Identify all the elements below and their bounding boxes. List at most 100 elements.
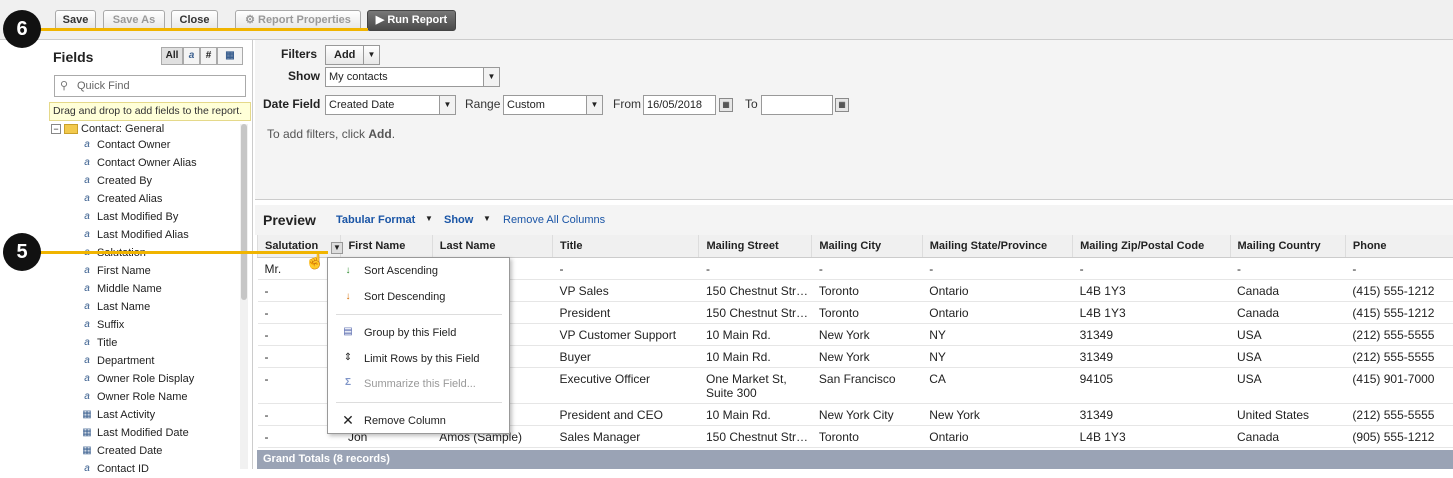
callout-6-line bbox=[38, 28, 368, 31]
field-item[interactable]: aMiddle Name bbox=[97, 280, 162, 298]
quick-find-placeholder: Quick Find bbox=[77, 80, 130, 92]
field-item[interactable]: aFirst Name bbox=[97, 262, 151, 280]
quick-find-input[interactable]: ⚲ Quick Find bbox=[54, 75, 246, 97]
field-item[interactable]: aLast Modified Alias bbox=[97, 226, 189, 244]
chevron-down-icon[interactable]: ▼ bbox=[483, 214, 491, 223]
fields-panel: Fields All a # ▦ ⚲ Quick Find Drag and d… bbox=[47, 40, 253, 469]
hand-cursor-icon: ☝ bbox=[305, 251, 325, 271]
chevron-down-icon[interactable]: ▼ bbox=[425, 214, 433, 223]
field-item[interactable]: aLast Modified By bbox=[97, 208, 178, 226]
table-cell: Buyer bbox=[553, 345, 699, 367]
column-header[interactable]: First Name bbox=[341, 235, 432, 257]
column-header[interactable]: Mailing Street bbox=[699, 235, 812, 257]
chevron-down-icon: ▼ bbox=[363, 46, 379, 64]
column-header[interactable]: Mailing City bbox=[812, 235, 922, 257]
remove-all-columns-link[interactable]: Remove All Columns bbox=[503, 214, 605, 226]
drag-hint: Drag and drop to add fields to the repor… bbox=[49, 102, 251, 121]
table-cell: 150 Chestnut Str… bbox=[699, 279, 812, 301]
filter-hint-suffix: . bbox=[392, 127, 395, 141]
fields-scrollbar-thumb[interactable] bbox=[241, 124, 247, 300]
table-cell: San Francisco bbox=[812, 367, 922, 403]
field-item-label: Department bbox=[97, 355, 154, 367]
table-cell: New York bbox=[812, 345, 922, 367]
from-calendar-icon[interactable]: ▦ bbox=[719, 98, 733, 112]
field-item[interactable]: aTitle bbox=[97, 334, 117, 352]
column-header[interactable]: Last Name bbox=[432, 235, 552, 257]
table-cell: Toronto bbox=[812, 425, 922, 447]
field-item-label: Last Modified By bbox=[97, 211, 178, 223]
folder-icon bbox=[64, 124, 78, 134]
run-report-button[interactable]: ▶ Run Report bbox=[367, 10, 456, 31]
fields-title: Fields bbox=[53, 49, 93, 65]
table-cell: L4B 1Y3 bbox=[1073, 301, 1230, 323]
table-cell: NY bbox=[922, 345, 1072, 367]
text-field-icon: a bbox=[82, 319, 92, 330]
table-cell: Canada bbox=[1230, 279, 1345, 301]
from-date-input[interactable]: 16/05/2018 bbox=[643, 95, 716, 115]
field-item-label: Contact ID bbox=[97, 463, 149, 475]
column-context-menu: ↓ Sort Ascending ↓ Sort Descending ▤ Gro… bbox=[327, 257, 510, 434]
field-item[interactable]: aOwner Role Display bbox=[97, 370, 194, 388]
text-field-icon: a bbox=[82, 391, 92, 402]
field-item[interactable]: aCreated By bbox=[97, 172, 152, 190]
field-item[interactable]: aSuffix bbox=[97, 316, 124, 334]
show-select[interactable]: My contacts▼ bbox=[325, 67, 500, 87]
field-item[interactable]: aContact ID bbox=[97, 460, 149, 478]
table-cell: Toronto bbox=[812, 279, 922, 301]
table-cell: New York bbox=[922, 403, 1072, 425]
field-item[interactable]: aLast Name bbox=[97, 298, 150, 316]
table-cell: - bbox=[922, 257, 1072, 279]
chevron-down-icon: ▼ bbox=[586, 96, 602, 114]
column-header[interactable]: Phone bbox=[1345, 235, 1453, 257]
filter-all-toggle[interactable]: All bbox=[161, 47, 183, 65]
column-menu-trigger-icon[interactable]: ▼ bbox=[331, 242, 343, 254]
range-select[interactable]: Custom▼ bbox=[503, 95, 603, 115]
menu-group-by[interactable]: Group by this Field bbox=[364, 327, 456, 339]
sum-icon: Σ bbox=[341, 376, 355, 390]
field-item[interactable]: aCreated Alias bbox=[97, 190, 162, 208]
text-field-icon: a bbox=[82, 157, 92, 168]
show-dropdown[interactable]: Show bbox=[444, 214, 473, 226]
preview-header: Preview Tabular Format ▼ Show ▼ Remove A… bbox=[255, 205, 1453, 235]
to-calendar-icon[interactable]: ▦ bbox=[835, 98, 849, 112]
field-item[interactable]: aOwner Role Name bbox=[97, 388, 187, 406]
table-cell: (415) 901-7000 bbox=[1345, 367, 1453, 403]
menu-sort-descending[interactable]: Sort Descending bbox=[364, 291, 445, 303]
table-cell: (212) 555-5555 bbox=[1345, 403, 1453, 425]
table-cell: 10 Main Rd. bbox=[699, 323, 812, 345]
menu-sort-ascending[interactable]: Sort Ascending bbox=[364, 265, 438, 277]
report-toolbar: Save Save As Close ⚙ Report Properties ▶… bbox=[0, 0, 1453, 40]
table-cell: 31349 bbox=[1073, 323, 1230, 345]
table-cell: United States bbox=[1230, 403, 1345, 425]
group-icon: ▤ bbox=[341, 325, 355, 339]
tree-folder-label[interactable]: Contact: General bbox=[81, 122, 164, 136]
column-header[interactable]: Mailing Zip/Postal Code bbox=[1073, 235, 1230, 257]
column-header[interactable]: Title bbox=[553, 235, 699, 257]
search-icon: ⚲ bbox=[60, 76, 68, 96]
date-field-select[interactable]: Created Date▼ bbox=[325, 95, 456, 115]
tabular-format-dropdown[interactable]: Tabular Format bbox=[336, 214, 415, 226]
column-header[interactable]: Mailing State/Province bbox=[922, 235, 1072, 257]
menu-remove-column[interactable]: Remove Column bbox=[364, 415, 446, 427]
field-item[interactable]: ▦Last Activity bbox=[97, 406, 155, 424]
column-header[interactable]: Mailing Country bbox=[1230, 235, 1345, 257]
field-item[interactable]: ▦Created Date bbox=[97, 442, 162, 460]
table-cell: 94105 bbox=[1073, 367, 1230, 403]
field-item[interactable]: aContact Owner bbox=[97, 136, 170, 154]
field-item[interactable]: aContact Owner Alias bbox=[97, 154, 197, 172]
field-item[interactable]: ▦Last Modified Date bbox=[97, 424, 189, 442]
collapse-icon[interactable]: − bbox=[51, 124, 61, 134]
text-fields-toggle[interactable]: a bbox=[183, 47, 200, 65]
field-item-label: Owner Role Name bbox=[97, 391, 187, 403]
table-cell: (415) 555-1212 bbox=[1345, 301, 1453, 323]
menu-limit-rows[interactable]: Limit Rows by this Field bbox=[364, 353, 480, 365]
text-field-icon: a bbox=[82, 139, 92, 150]
table-cell: - bbox=[1230, 257, 1345, 279]
add-filter-button[interactable]: Add▼ bbox=[325, 45, 380, 65]
number-fields-toggle[interactable]: # bbox=[200, 47, 217, 65]
callout-6: 6 bbox=[3, 10, 41, 48]
to-date-input[interactable] bbox=[761, 95, 833, 115]
field-item[interactable]: aDepartment bbox=[97, 352, 154, 370]
date-fields-toggle[interactable]: ▦ bbox=[217, 47, 243, 65]
callout-5-line bbox=[38, 251, 328, 254]
